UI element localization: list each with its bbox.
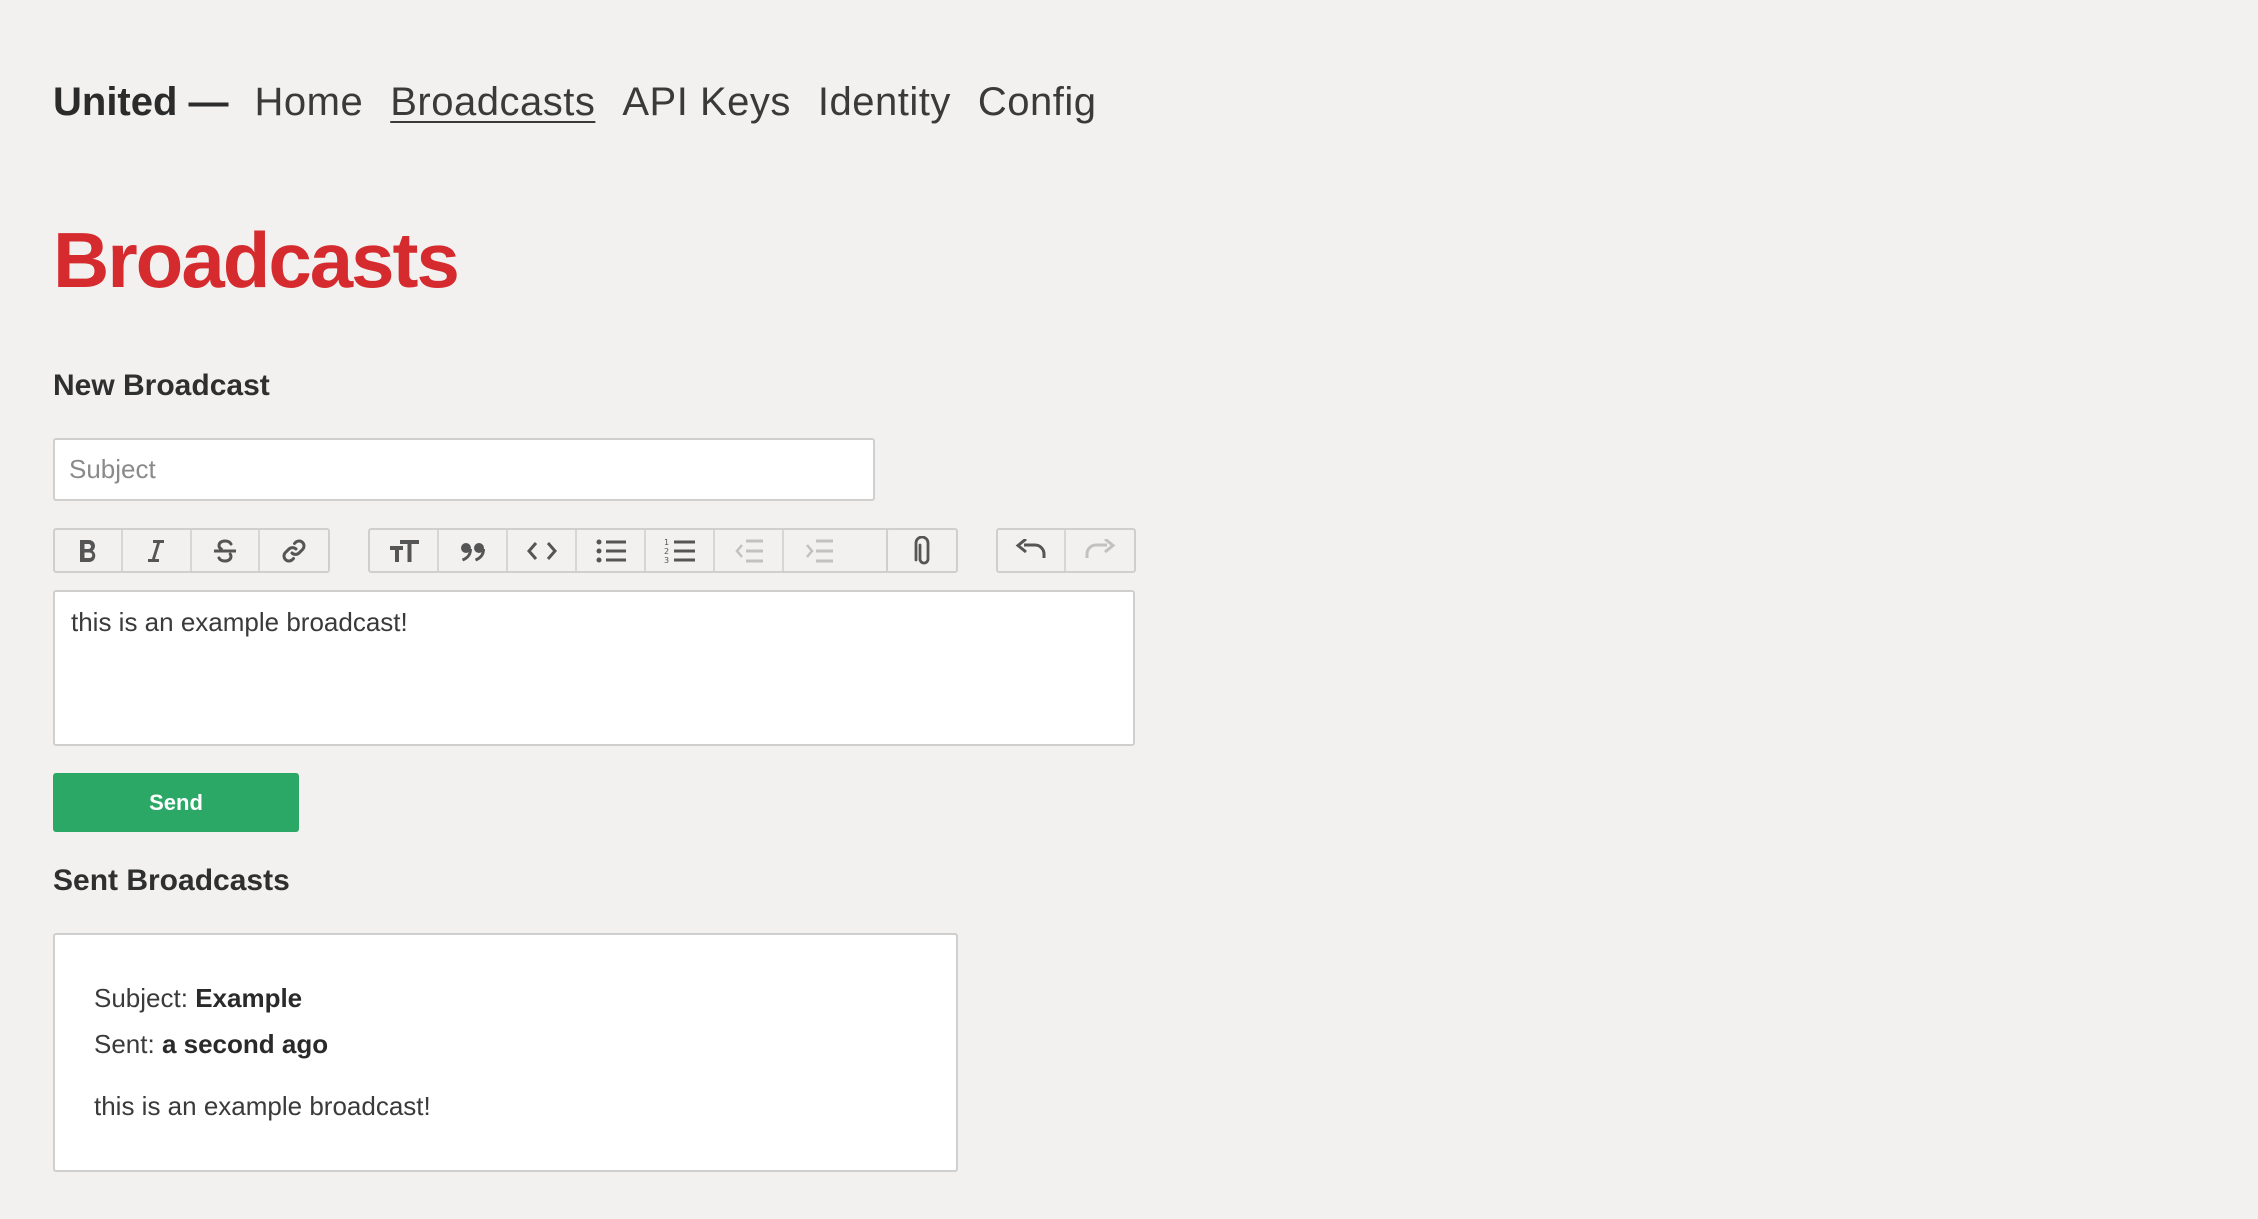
undo-icon [1015,538,1046,558]
code-icon [526,541,557,560]
heading-button[interactable] [370,530,439,571]
italic-icon [148,539,165,562]
file-tools-group [886,528,958,573]
text-tools-group [53,528,330,573]
subject-label: Subject: [94,983,188,1013]
bold-button[interactable] [55,530,124,571]
svg-text:1: 1 [664,538,669,547]
strikethrough-button[interactable] [192,530,260,571]
link-button[interactable] [260,530,328,571]
numbered-list-icon: 123 [664,538,695,565]
sent-label: Sent: [94,1029,155,1059]
nav-link-identity[interactable]: Identity [818,78,951,126]
svg-text:3: 3 [664,556,669,565]
numbered-list-button[interactable]: 123 [646,530,715,571]
nav-link-home[interactable]: Home [255,78,364,126]
broadcast-editor[interactable]: this is an example broadcast! [53,590,1135,746]
sent-subject-row: Subject: Example [94,975,917,1021]
sent-time-row: Sent: a second ago [94,1021,917,1067]
nav-link-config[interactable]: Config [978,78,1097,126]
bold-icon [80,539,96,562]
editor-content: this is an example broadcast! [71,607,408,637]
code-button[interactable] [508,530,577,571]
link-icon [282,539,306,562]
quote-icon [460,542,485,561]
bullet-list-button[interactable] [577,530,646,571]
sent-broadcasts-heading: Sent Broadcasts [53,864,290,897]
subject-value: Example [195,983,303,1013]
italic-button[interactable] [123,530,192,571]
send-button[interactable]: Send [53,773,299,832]
indent-button[interactable] [784,530,853,571]
undo-button[interactable] [998,530,1067,571]
svg-text:2: 2 [664,547,669,556]
heading-icon [389,539,419,562]
sent-broadcast-card: Subject: Example Sent: a second ago this… [53,933,958,1172]
new-broadcast-heading: New Broadcast [53,369,270,402]
quote-button[interactable] [439,530,508,571]
nav-link-api-keys[interactable]: API Keys [622,78,791,126]
bullet-list-icon [596,539,626,562]
sent-body: this is an example broadcast! [94,1091,431,1121]
attach-icon [914,535,930,564]
block-tools-group: 123 [368,528,902,573]
attach-files-button[interactable] [888,530,956,571]
page-title: Broadcasts [53,216,460,304]
subject-input[interactable] [53,438,875,501]
outdent-icon [734,539,763,562]
brand-logo: United — [53,80,229,124]
redo-icon [1085,538,1116,558]
indent-icon [805,539,833,562]
history-tools-group [996,528,1136,573]
sent-value: a second ago [161,1029,329,1059]
strikethrough-icon [213,538,236,563]
top-nav: United — Home Broadcasts API Keys Identi… [53,78,1123,126]
outdent-button[interactable] [715,530,784,571]
redo-button[interactable] [1066,530,1134,571]
nav-link-broadcasts[interactable]: Broadcasts [390,78,595,126]
